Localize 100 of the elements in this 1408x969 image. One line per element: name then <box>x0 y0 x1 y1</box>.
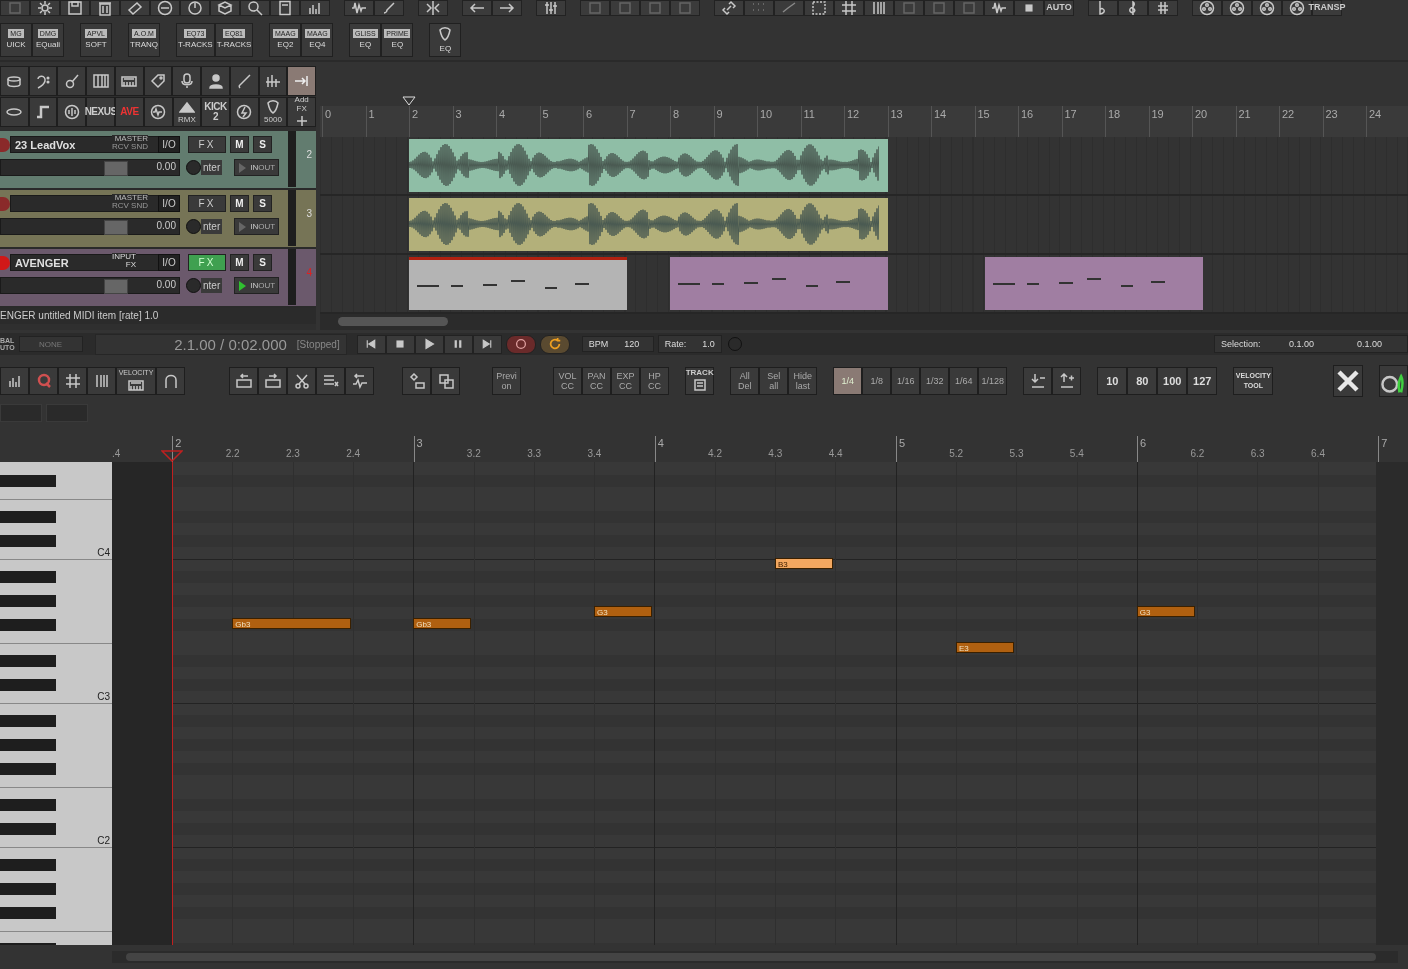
fader-thumb[interactable] <box>103 220 128 236</box>
instrument-button[interactable] <box>28 96 58 127</box>
volume-fader[interactable]: 0.00 <box>0 277 180 295</box>
instrument-button[interactable] <box>229 65 259 96</box>
midi-note[interactable]: B3 <box>775 558 834 569</box>
toolbar-button[interactable] <box>804 0 834 16</box>
edit-button[interactable]: Sel all <box>759 367 789 396</box>
edit-button[interactable]: Hide last <box>788 367 818 396</box>
input-monitor-button[interactable]: INOUT <box>234 277 280 295</box>
instrument-button[interactable]: Add FX <box>287 96 317 127</box>
toolbar-button[interactable] <box>536 0 566 16</box>
toolbar-button[interactable] <box>240 0 270 16</box>
pan-knob[interactable] <box>186 219 201 235</box>
instrument-button[interactable] <box>57 96 87 127</box>
grid-division-button[interactable]: 1/8 <box>862 367 892 396</box>
instrument-button[interactable]: KICK 2 <box>201 96 230 127</box>
instrument-button[interactable]: RMX <box>172 96 202 127</box>
midi-note[interactable]: Gb3 <box>232 618 351 629</box>
plugin-button[interactable]: EQ <box>429 22 462 57</box>
toolbar-button[interactable] <box>431 367 460 396</box>
velocity-down-button[interactable] <box>1023 367 1053 396</box>
midi-clip[interactable] <box>985 256 1203 310</box>
repeat-button[interactable] <box>539 334 570 354</box>
toolbar-button[interactable] <box>270 0 300 16</box>
automation-button[interactable]: AUTO <box>1044 0 1074 16</box>
cc-button[interactable]: EXP CC <box>611 367 640 396</box>
velocity-up-button[interactable] <box>1052 367 1082 396</box>
toolbar-button[interactable] <box>90 0 120 16</box>
fx-button[interactable]: FX <box>188 136 226 154</box>
toolbar-button[interactable] <box>1014 0 1044 16</box>
solo-button[interactable]: S <box>253 136 272 154</box>
io-button[interactable]: I/O <box>158 254 180 272</box>
instrument-button[interactable] <box>143 96 173 127</box>
velocity-preset-button[interactable]: 127 <box>1187 367 1218 396</box>
instrument-button[interactable] <box>258 65 288 96</box>
instrument-button[interactable] <box>287 65 317 96</box>
grid-division-button[interactable]: 1/4 <box>833 367 863 396</box>
grid-division-button[interactable]: 1/32 <box>920 367 950 396</box>
toolbar-button[interactable] <box>1118 0 1148 16</box>
instrument-button[interactable] <box>0 96 29 127</box>
velocity-preset-button[interactable]: 100 <box>1157 367 1188 396</box>
toolbar-button[interactable] <box>156 367 185 396</box>
track-button[interactable]: TRACK <box>685 367 715 396</box>
midi-clip[interactable] <box>409 256 627 310</box>
selection-field[interactable]: Selection: 0.1.00 0.1.00 <box>1214 335 1408 354</box>
toolbar-button[interactable] <box>1252 0 1282 16</box>
toolbar-button[interactable] <box>864 0 894 16</box>
instrument-button[interactable] <box>0 65 29 96</box>
io-button[interactable]: I/O <box>158 195 180 213</box>
midi-note[interactable]: Gb3 <box>413 618 472 629</box>
transport-button[interactable] <box>356 334 386 354</box>
mute-button[interactable]: M <box>230 136 249 154</box>
instrument-button[interactable] <box>229 96 259 127</box>
transport-button[interactable] <box>443 334 473 354</box>
input-monitor-button[interactable]: INOUT <box>234 159 280 177</box>
cc-button[interactable]: HP CC <box>640 367 669 396</box>
volume-fader[interactable]: 0.00 <box>0 218 180 236</box>
fx-button[interactable]: FX <box>188 195 226 213</box>
grid-division-button[interactable]: 1/64 <box>949 367 979 396</box>
pan-knob[interactable] <box>186 278 201 294</box>
solo-button[interactable]: S <box>253 254 272 272</box>
toolbar-button[interactable] <box>300 0 330 16</box>
toolbar-button[interactable] <box>0 367 29 396</box>
toolbar-button[interactable] <box>210 0 240 16</box>
midi-clip[interactable] <box>670 256 888 310</box>
instrument-button[interactable] <box>57 65 87 96</box>
mute-button[interactable]: M <box>230 254 249 272</box>
vertical-scroll-track[interactable] <box>1376 462 1408 945</box>
toolbar-button[interactable] <box>120 0 150 16</box>
bpm-field[interactable]: BPM 120 <box>581 336 654 353</box>
toolbar-button[interactable] <box>87 367 116 396</box>
toolbar-button[interactable] <box>229 367 258 396</box>
toolbar-button[interactable] <box>30 0 60 16</box>
transport-button[interactable] <box>414 334 444 354</box>
instrument-button[interactable] <box>28 65 58 96</box>
edit-button[interactable]: All Del <box>730 367 760 396</box>
toolbar-button[interactable] <box>492 0 522 16</box>
toolbar-button[interactable] <box>1378 365 1408 398</box>
instrument-button[interactable] <box>114 65 144 96</box>
grid-button[interactable] <box>58 367 87 396</box>
grid-division-button[interactable]: 1/16 <box>891 367 921 396</box>
instrument-button[interactable] <box>201 65 230 96</box>
toolbar-button[interactable] <box>374 0 404 16</box>
cc-button[interactable]: VOL CC <box>553 367 582 396</box>
midi-note[interactable]: G3 <box>594 606 653 617</box>
instrument-button[interactable] <box>172 65 202 96</box>
toolbar-button[interactable] <box>418 0 448 16</box>
fader-thumb[interactable] <box>103 161 128 177</box>
toolbar-button[interactable] <box>1088 0 1118 16</box>
toolbar-button[interactable] <box>344 0 374 16</box>
cc-button[interactable]: PAN CC <box>582 367 611 396</box>
midi-note[interactable]: E3 <box>955 642 1015 653</box>
velocity-preset-button[interactable]: 10 <box>1097 367 1128 396</box>
toolbar-button[interactable] <box>714 0 744 16</box>
transport-button[interactable] <box>385 334 415 354</box>
rate-field[interactable]: Rate: 1.0 <box>657 335 722 354</box>
toolbar-button[interactable] <box>834 0 864 16</box>
instrument-button[interactable]: 5000 <box>258 96 288 127</box>
transport-button[interactable] <box>472 334 502 354</box>
volume-fader[interactable]: 0.00 <box>0 159 180 177</box>
